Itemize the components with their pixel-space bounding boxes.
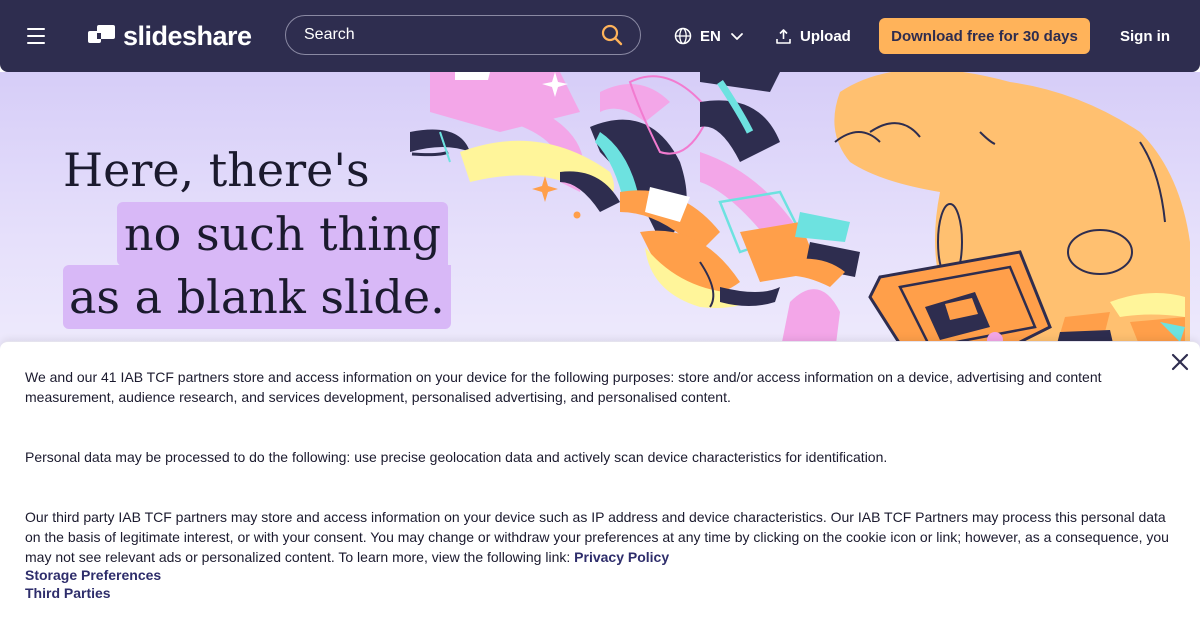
top-nav-bar: slideshare EN Upload Download free for 3…	[0, 0, 1200, 72]
consent-paragraph-partners: Our third party IAB TCF partners may sto…	[25, 507, 1175, 567]
hero-banner: Here, there's no such thing as a blank s…	[0, 72, 1200, 352]
search-box[interactable]	[285, 15, 641, 55]
headline-line-3: as a blank slide.	[63, 265, 451, 329]
globe-icon	[674, 27, 692, 45]
language-selector[interactable]: EN	[674, 24, 745, 48]
search-icon[interactable]	[600, 23, 624, 47]
upload-button[interactable]: Upload	[775, 24, 851, 48]
cookie-consent-banner: We and our 41 IAB TCF partners store and…	[0, 341, 1200, 630]
upload-icon	[776, 28, 791, 44]
upload-label: Upload	[800, 27, 851, 45]
consent-paragraph-purposes: We and our 41 IAB TCF partners store and…	[25, 369, 1102, 405]
headline-line-1: Here, there's	[63, 143, 370, 197]
menu-button[interactable]	[24, 24, 48, 48]
menu-icon-bar	[27, 35, 45, 37]
chevron-down-icon	[730, 33, 743, 40]
sign-in-link[interactable]: Sign in	[1110, 24, 1180, 48]
third-parties-link[interactable]: Third Parties	[25, 585, 111, 601]
slideshare-logo-icon	[88, 25, 115, 43]
search-input[interactable]	[302, 25, 600, 45]
consent-paragraph-personal-data: Personal data may be processed to do the…	[25, 449, 888, 465]
menu-icon-bar	[27, 28, 45, 30]
headline-line-2: no such thing	[117, 202, 449, 266]
storage-preferences-row: Storage Preferences	[25, 566, 161, 584]
storage-preferences-link[interactable]: Storage Preferences	[25, 567, 161, 583]
slideshare-logo[interactable]: slideshare	[88, 19, 252, 53]
language-label: EN	[700, 27, 721, 45]
privacy-policy-link[interactable]: Privacy Policy	[574, 549, 669, 565]
menu-icon-bar	[27, 42, 45, 44]
third-parties-row: Third Parties	[25, 584, 111, 602]
brand-name: slideshare	[123, 20, 252, 51]
download-free-button[interactable]: Download free for 30 days	[879, 18, 1090, 54]
